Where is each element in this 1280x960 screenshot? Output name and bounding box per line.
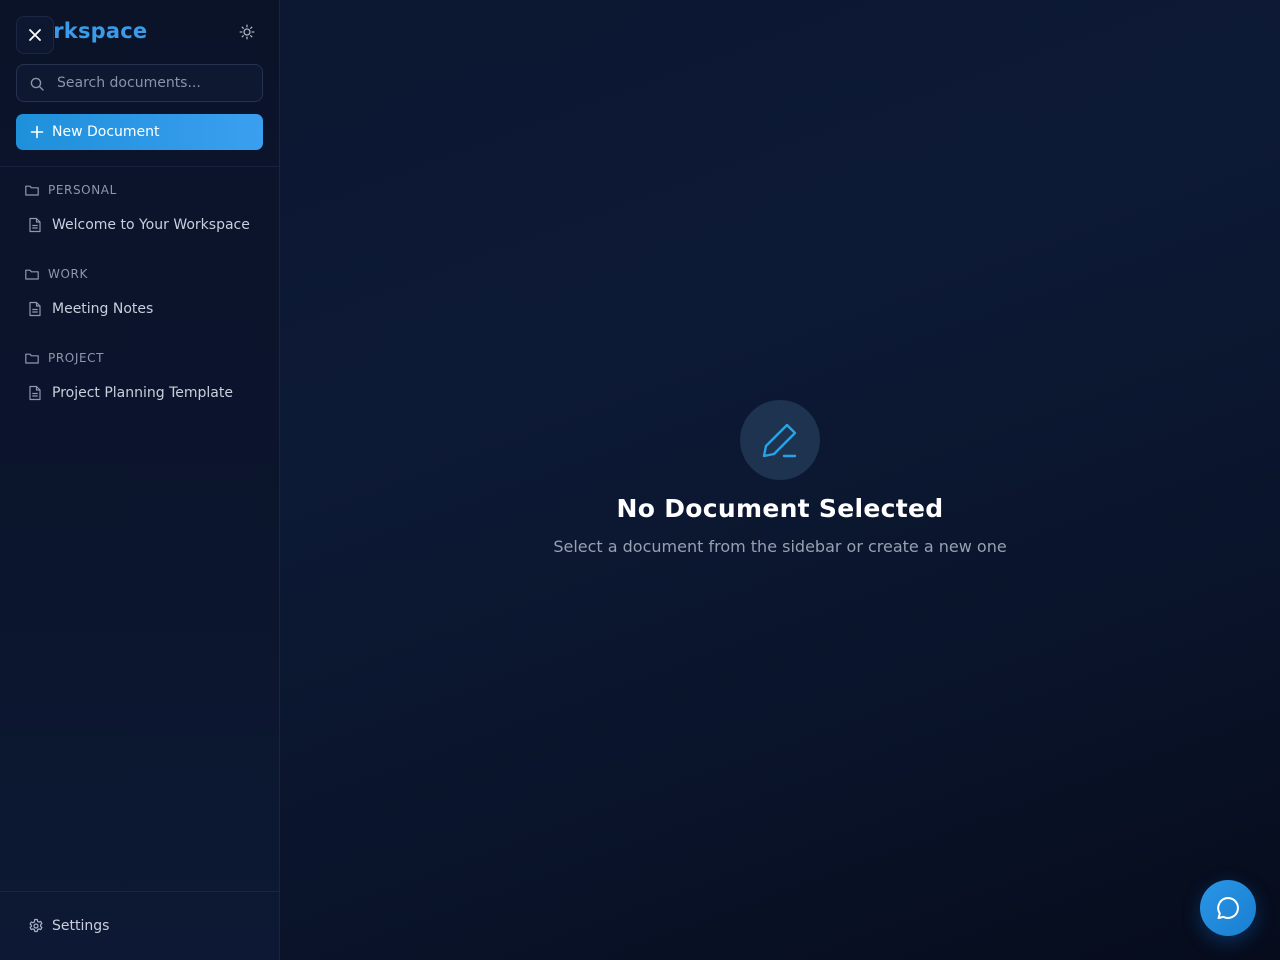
new-document-button[interactable]: New Document — [16, 114, 263, 150]
plus-icon — [30, 125, 44, 139]
gear-icon — [28, 918, 44, 934]
sidebar: Workspace Search documents... New Docume… — [0, 0, 280, 960]
folder-work[interactable]: WORK — [24, 264, 264, 284]
app-root: Workspace Search documents... New Docume… — [0, 0, 1280, 960]
chat-button[interactable] — [1200, 880, 1256, 936]
sun-icon — [239, 24, 255, 40]
folder-icon — [24, 182, 40, 198]
file-text-icon — [28, 301, 42, 317]
document-item-meeting-notes[interactable]: Meeting Notes — [16, 294, 264, 324]
empty-state-title: No Document Selected — [616, 494, 944, 523]
empty-state-subtitle: Select a document from the sidebar or cr… — [553, 537, 1007, 556]
document-title: Meeting Notes — [52, 301, 154, 317]
new-document-label: New Document — [52, 124, 160, 140]
close-icon — [27, 27, 43, 43]
folder-label: PROJECT — [48, 351, 105, 365]
close-sidebar-button[interactable] — [16, 16, 54, 54]
folder-label: WORK — [48, 267, 88, 281]
document-title: Welcome to Your Workspace — [52, 217, 250, 233]
folder-project[interactable]: PROJECT — [24, 348, 264, 368]
pen-icon — [760, 420, 800, 460]
theme-toggle-button[interactable] — [236, 21, 258, 43]
document-item-welcome[interactable]: Welcome to Your Workspace — [16, 210, 264, 240]
folder-label: PERSONAL — [48, 183, 117, 197]
search-icon — [29, 76, 45, 92]
folder-personal[interactable]: PERSONAL — [24, 180, 264, 200]
file-text-icon — [28, 385, 42, 401]
file-text-icon — [28, 217, 42, 233]
sidebar-footer-divider — [0, 891, 279, 892]
document-item-project-planning[interactable]: Project Planning Template — [16, 378, 264, 408]
settings-button[interactable]: Settings — [16, 912, 264, 940]
search-box — [16, 64, 263, 102]
sidebar-divider — [0, 166, 279, 167]
document-title: Project Planning Template — [52, 385, 233, 401]
empty-state-icon-wrap — [740, 400, 820, 480]
sidebar-header: Workspace — [0, 0, 279, 64]
folder-icon — [24, 350, 40, 366]
chat-icon — [1215, 895, 1241, 921]
search-input[interactable] — [57, 65, 257, 101]
settings-label: Settings — [52, 918, 110, 934]
folder-icon — [24, 266, 40, 282]
